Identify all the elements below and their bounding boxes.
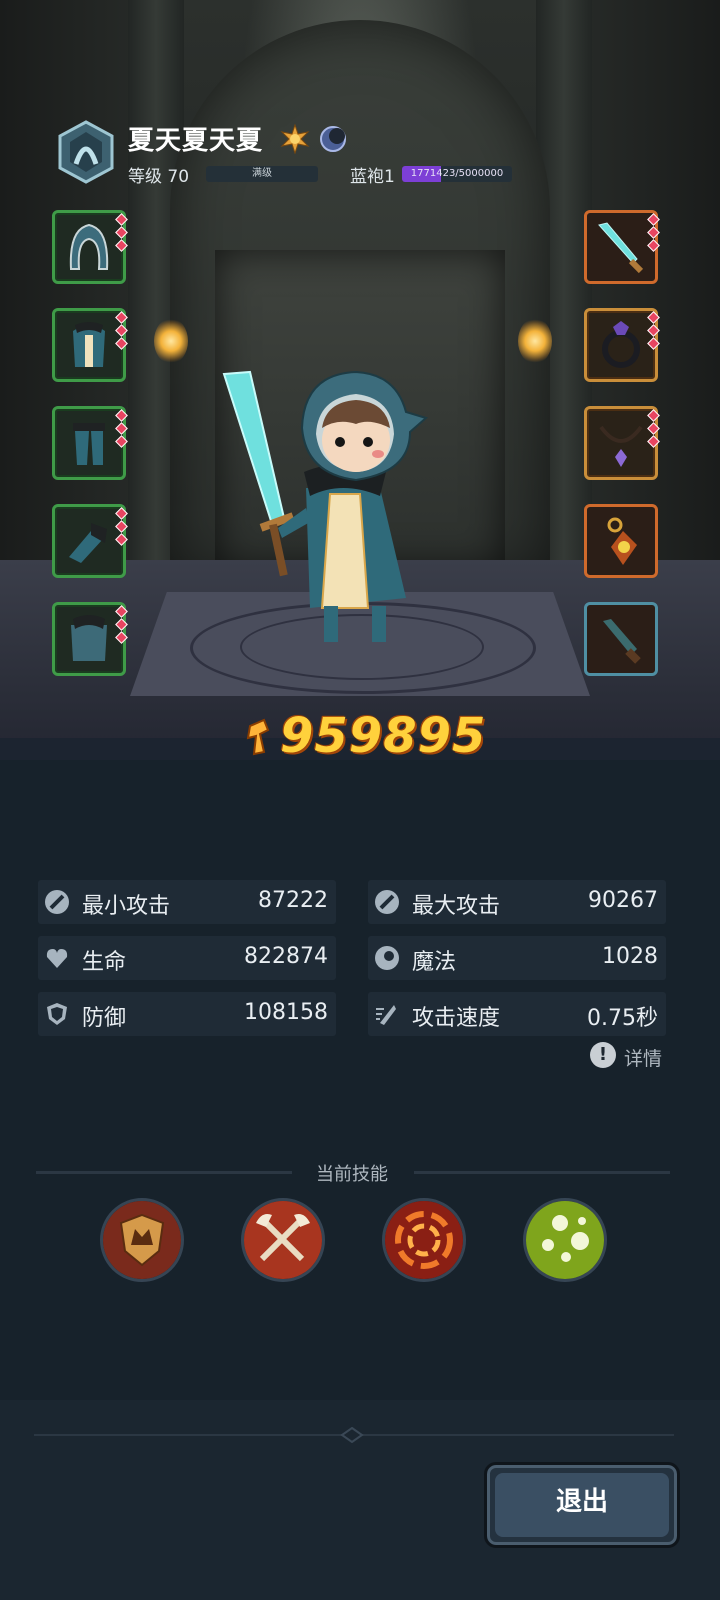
rank-label: 蓝袍1: [350, 167, 395, 187]
skills-title: 当前技能: [316, 1164, 388, 1185]
dagger-icon: [603, 619, 641, 664]
level-bar-text: 满级: [252, 168, 272, 179]
divider: [36, 1171, 292, 1174]
rank-progress-text: 1771423/5000000: [410, 168, 504, 179]
exit-label: 退出: [495, 1473, 669, 1537]
power-icon: [246, 718, 270, 756]
cape-icon: [71, 615, 107, 661]
skill-slot-4[interactable]: [523, 1198, 607, 1282]
stat-label: 生命: [82, 950, 127, 975]
hero-character: [222, 370, 429, 642]
combat-power-value: 959895: [280, 708, 487, 764]
divider-ornament-icon: [340, 1427, 364, 1443]
fire-vortex-skill-icon: [385, 1201, 463, 1279]
skill-slot-2[interactable]: [241, 1198, 325, 1282]
shield-skill-icon: [103, 1201, 181, 1279]
robe-icon: [73, 322, 105, 367]
stat-label: 最小攻击: [82, 894, 171, 919]
equip-slot-gloves[interactable]: [52, 504, 128, 578]
stat-label: 防御: [82, 1006, 127, 1031]
stat-value: 90267: [588, 888, 658, 913]
stat-magic: 魔法 1028: [368, 936, 666, 980]
pants-icon: [73, 423, 105, 465]
hood-icon: [69, 223, 109, 270]
equip-slot-necklace[interactable]: [584, 406, 660, 480]
player-name: 夏天夏天夏: [128, 126, 264, 156]
equip-slot-amulet[interactable]: [584, 504, 658, 578]
stat-label: 攻击速度: [412, 1006, 501, 1031]
moon-badge-icon[interactable]: [318, 124, 348, 154]
exit-button[interactable]: 退出: [484, 1462, 680, 1548]
gem-marks: [115, 409, 128, 450]
equip-slot-robe[interactable]: [52, 308, 128, 382]
equip-slot-sword[interactable]: [584, 210, 660, 284]
stat-value: 822874: [244, 944, 328, 969]
stat-max-attack: 最大攻击 90267: [368, 880, 666, 924]
magic-icon: [375, 946, 399, 970]
gem-marks: [115, 507, 128, 548]
skill-slot-1[interactable]: [100, 1198, 184, 1282]
skill-slot-3[interactable]: [382, 1198, 466, 1282]
stat-value: 1028: [602, 944, 658, 969]
amulet-icon: [607, 517, 637, 565]
equip-slot-hood[interactable]: [52, 210, 128, 284]
stat-health: 生命 822874: [38, 936, 336, 980]
gem-marks: [647, 409, 660, 450]
stat-value: 87222: [258, 888, 328, 913]
gem-marks: [115, 213, 128, 254]
divider: [414, 1171, 670, 1174]
info-icon: !: [590, 1042, 616, 1068]
stat-value: 0.75秒: [587, 1006, 658, 1031]
speed-icon: [376, 1005, 396, 1025]
crossed-axes-skill-icon: [244, 1201, 322, 1279]
rank-emblem-icon[interactable]: [54, 120, 118, 184]
poison-bubbles-skill-icon: [526, 1201, 604, 1279]
necklace-icon: [599, 425, 643, 467]
equip-slot-ring[interactable]: [584, 308, 660, 382]
stat-value: 108158: [244, 1000, 328, 1025]
stat-defense: 防御 108158: [38, 992, 336, 1036]
equip-slot-cape[interactable]: [52, 602, 128, 676]
gem-marks: [647, 213, 660, 254]
gem-marks: [115, 311, 128, 352]
equip-slot-pants[interactable]: [52, 406, 128, 480]
stat-attack-speed: 攻击速度 0.75秒: [368, 992, 666, 1036]
gem-marks: [647, 311, 660, 352]
level-label: 等级 70: [128, 167, 190, 187]
level-bar: 满级: [206, 166, 318, 182]
sword-icon: [375, 890, 399, 914]
detail-label: 详情: [624, 1048, 663, 1070]
sun-badge-icon[interactable]: [280, 124, 310, 154]
ring-icon: [602, 321, 640, 368]
gem-marks: [115, 605, 128, 646]
torch-left: [154, 318, 188, 364]
sword-icon: [598, 222, 644, 274]
sword-icon: [45, 890, 69, 914]
gloves-icon: [69, 523, 107, 563]
stat-label: 最大攻击: [412, 894, 501, 919]
heart-icon: [46, 949, 68, 968]
stat-label: 魔法: [412, 950, 457, 975]
shield-icon: [47, 1003, 67, 1025]
torch-right: [518, 318, 552, 364]
rank-progress-bar: 1771423/5000000: [402, 166, 512, 182]
equip-slot-dagger[interactable]: [584, 602, 658, 676]
stat-min-attack: 最小攻击 87222: [38, 880, 336, 924]
